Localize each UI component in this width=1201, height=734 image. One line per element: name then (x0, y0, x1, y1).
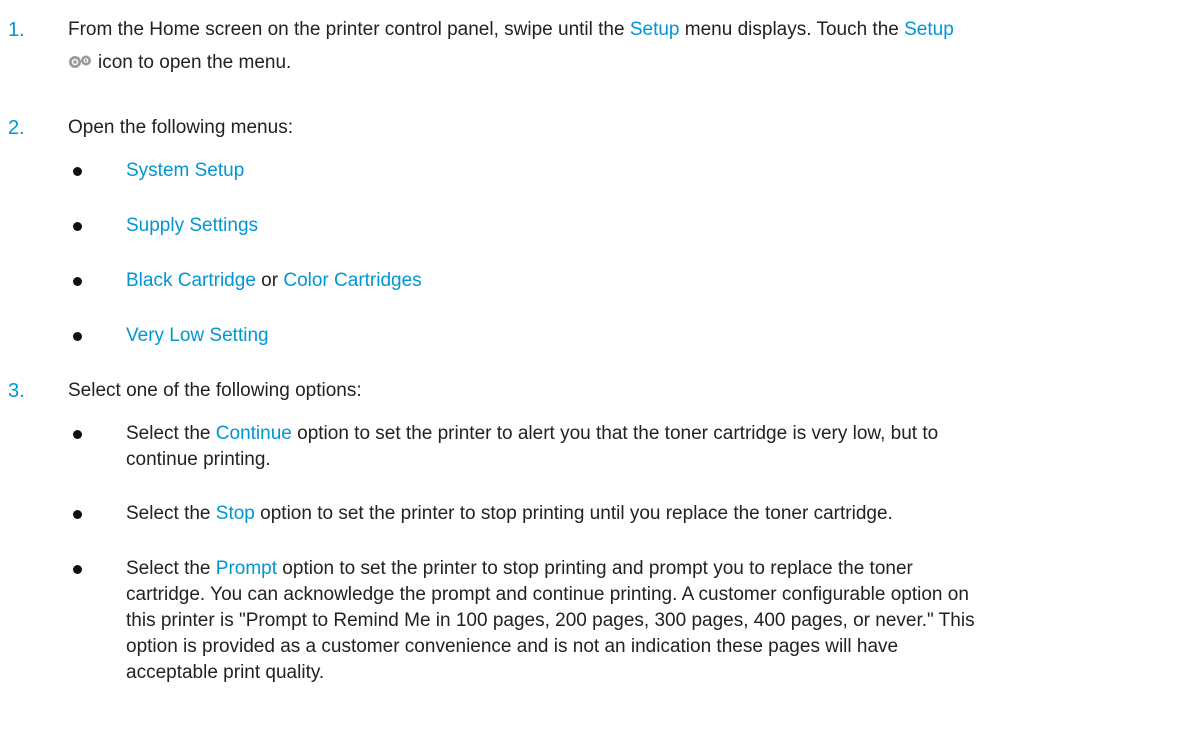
document-page: 1. From the Home screen on the printer c… (0, 0, 1201, 734)
bullet-icon (73, 565, 82, 574)
bullet-icon (73, 332, 82, 341)
step-text: Select one of the following options: (68, 380, 362, 401)
gear-icon (69, 55, 91, 68)
menu-color-cartridges: Color Cartridges (283, 270, 422, 291)
menu-setup: Setup (629, 19, 680, 40)
bullet-icon (73, 222, 82, 231)
menu-black-cartridge: Black Cartridge (126, 270, 256, 291)
option-continue: Select the Continue option to set the pr… (126, 423, 939, 470)
menu-supply-settings: Supply Settings (126, 215, 259, 236)
menu-setup: Setup (904, 19, 954, 40)
step-number: 3. (8, 380, 25, 402)
step-text: From the Home screen on the printer cont… (68, 17, 1178, 76)
step-number: 1. (8, 19, 25, 41)
step-number: 2. (8, 117, 25, 139)
option-prompt: Select the Prompt option to set the prin… (126, 558, 975, 683)
step-text: Open the following menus: (68, 117, 293, 138)
option-stop: Select the Stop option to set the printe… (126, 503, 893, 524)
menu-very-low-setting: Very Low Setting (126, 325, 269, 346)
option-keyword: Prompt (215, 558, 278, 579)
bullet-icon (73, 430, 82, 439)
option-keyword: Continue (215, 423, 292, 444)
menu-cartridge-choice: Black Cartridge or Color Cartridges (126, 270, 422, 291)
step-1-line-2: icon to open the menu. (68, 50, 1178, 76)
step-1-line-1: From the Home screen on the printer cont… (68, 19, 954, 40)
bullet-icon (73, 510, 82, 519)
bullet-icon (73, 167, 82, 176)
bullet-icon (73, 277, 82, 286)
option-keyword: Stop (215, 503, 255, 524)
menu-system-setup: System Setup (126, 160, 245, 181)
